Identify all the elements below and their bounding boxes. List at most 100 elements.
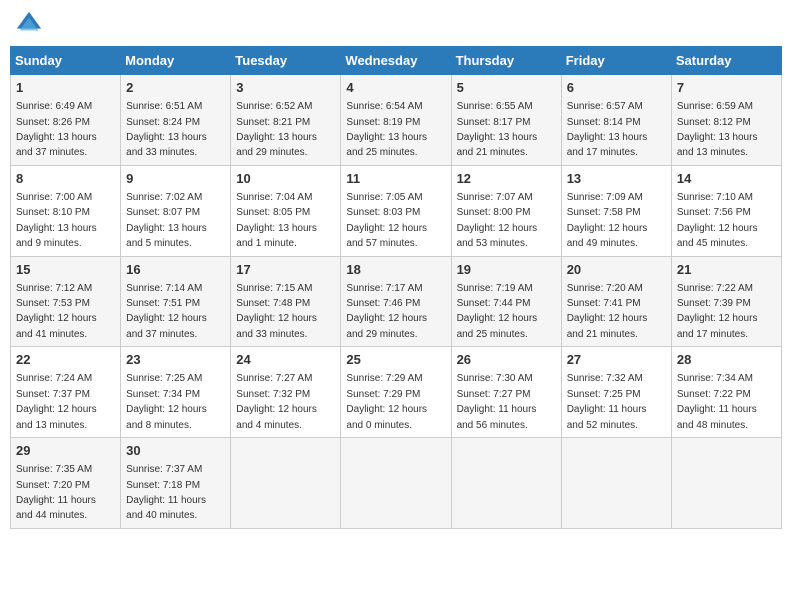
day-number: 13: [567, 170, 666, 188]
day-number: 4: [346, 79, 445, 97]
day-info: Sunrise: 7:27 AMSunset: 7:32 PMDaylight:…: [236, 373, 317, 430]
table-cell: 15 Sunrise: 7:12 AMSunset: 7:53 PMDaylig…: [11, 256, 121, 347]
logo: [15, 10, 47, 38]
day-info: Sunrise: 7:12 AMSunset: 7:53 PMDaylight:…: [16, 283, 97, 340]
day-info: Sunrise: 7:02 AMSunset: 8:07 PMDaylight:…: [126, 192, 207, 249]
day-number: 16: [126, 261, 225, 279]
table-row: 15 Sunrise: 7:12 AMSunset: 7:53 PMDaylig…: [11, 256, 782, 347]
table-cell: 23 Sunrise: 7:25 AMSunset: 7:34 PMDaylig…: [121, 347, 231, 438]
table-cell: [341, 438, 451, 529]
day-info: Sunrise: 7:09 AMSunset: 7:58 PMDaylight:…: [567, 192, 648, 249]
table-cell: [451, 438, 561, 529]
day-number: 18: [346, 261, 445, 279]
day-number: 22: [16, 351, 115, 369]
col-friday: Friday: [561, 47, 671, 75]
calendar-table: Sunday Monday Tuesday Wednesday Thursday…: [10, 46, 782, 529]
table-cell: 30 Sunrise: 7:37 AMSunset: 7:18 PMDaylig…: [121, 438, 231, 529]
day-info: Sunrise: 7:25 AMSunset: 7:34 PMDaylight:…: [126, 373, 207, 430]
day-number: 12: [457, 170, 556, 188]
table-cell: 13 Sunrise: 7:09 AMSunset: 7:58 PMDaylig…: [561, 165, 671, 256]
day-info: Sunrise: 7:29 AMSunset: 7:29 PMDaylight:…: [346, 373, 427, 430]
col-tuesday: Tuesday: [231, 47, 341, 75]
table-cell: 7 Sunrise: 6:59 AMSunset: 8:12 PMDayligh…: [671, 75, 781, 166]
table-row: 22 Sunrise: 7:24 AMSunset: 7:37 PMDaylig…: [11, 347, 782, 438]
day-number: 9: [126, 170, 225, 188]
day-info: Sunrise: 7:37 AMSunset: 7:18 PMDaylight:…: [126, 464, 206, 521]
table-cell: 21 Sunrise: 7:22 AMSunset: 7:39 PMDaylig…: [671, 256, 781, 347]
day-info: Sunrise: 7:32 AMSunset: 7:25 PMDaylight:…: [567, 373, 647, 430]
day-info: Sunrise: 6:51 AMSunset: 8:24 PMDaylight:…: [126, 101, 207, 158]
day-info: Sunrise: 7:17 AMSunset: 7:46 PMDaylight:…: [346, 283, 427, 340]
table-cell: 19 Sunrise: 7:19 AMSunset: 7:44 PMDaylig…: [451, 256, 561, 347]
table-cell: 28 Sunrise: 7:34 AMSunset: 7:22 PMDaylig…: [671, 347, 781, 438]
day-number: 15: [16, 261, 115, 279]
day-number: 7: [677, 79, 776, 97]
day-number: 14: [677, 170, 776, 188]
table-cell: 5 Sunrise: 6:55 AMSunset: 8:17 PMDayligh…: [451, 75, 561, 166]
day-info: Sunrise: 7:04 AMSunset: 8:05 PMDaylight:…: [236, 192, 317, 249]
table-cell: 26 Sunrise: 7:30 AMSunset: 7:27 PMDaylig…: [451, 347, 561, 438]
day-number: 5: [457, 79, 556, 97]
day-info: Sunrise: 6:59 AMSunset: 8:12 PMDaylight:…: [677, 101, 758, 158]
table-cell: 11 Sunrise: 7:05 AMSunset: 8:03 PMDaylig…: [341, 165, 451, 256]
day-number: 26: [457, 351, 556, 369]
day-info: Sunrise: 7:30 AMSunset: 7:27 PMDaylight:…: [457, 373, 537, 430]
table-cell: 25 Sunrise: 7:29 AMSunset: 7:29 PMDaylig…: [341, 347, 451, 438]
day-info: Sunrise: 6:54 AMSunset: 8:19 PMDaylight:…: [346, 101, 427, 158]
day-info: Sunrise: 7:15 AMSunset: 7:48 PMDaylight:…: [236, 283, 317, 340]
day-number: 6: [567, 79, 666, 97]
day-number: 19: [457, 261, 556, 279]
table-cell: [561, 438, 671, 529]
table-cell: 9 Sunrise: 7:02 AMSunset: 8:07 PMDayligh…: [121, 165, 231, 256]
day-info: Sunrise: 7:20 AMSunset: 7:41 PMDaylight:…: [567, 283, 648, 340]
day-number: 24: [236, 351, 335, 369]
day-number: 23: [126, 351, 225, 369]
table-cell: 12 Sunrise: 7:07 AMSunset: 8:00 PMDaylig…: [451, 165, 561, 256]
table-cell: 20 Sunrise: 7:20 AMSunset: 7:41 PMDaylig…: [561, 256, 671, 347]
col-wednesday: Wednesday: [341, 47, 451, 75]
table-cell: 6 Sunrise: 6:57 AMSunset: 8:14 PMDayligh…: [561, 75, 671, 166]
day-number: 20: [567, 261, 666, 279]
table-cell: 14 Sunrise: 7:10 AMSunset: 7:56 PMDaylig…: [671, 165, 781, 256]
table-cell: 24 Sunrise: 7:27 AMSunset: 7:32 PMDaylig…: [231, 347, 341, 438]
logo-icon: [15, 10, 43, 38]
table-row: 8 Sunrise: 7:00 AMSunset: 8:10 PMDayligh…: [11, 165, 782, 256]
table-cell: 17 Sunrise: 7:15 AMSunset: 7:48 PMDaylig…: [231, 256, 341, 347]
page-header: [10, 10, 782, 38]
col-thursday: Thursday: [451, 47, 561, 75]
day-info: Sunrise: 7:22 AMSunset: 7:39 PMDaylight:…: [677, 283, 758, 340]
day-number: 10: [236, 170, 335, 188]
day-number: 21: [677, 261, 776, 279]
col-saturday: Saturday: [671, 47, 781, 75]
table-cell: 16 Sunrise: 7:14 AMSunset: 7:51 PMDaylig…: [121, 256, 231, 347]
day-number: 30: [126, 442, 225, 460]
table-cell: 2 Sunrise: 6:51 AMSunset: 8:24 PMDayligh…: [121, 75, 231, 166]
day-info: Sunrise: 7:05 AMSunset: 8:03 PMDaylight:…: [346, 192, 427, 249]
day-info: Sunrise: 7:00 AMSunset: 8:10 PMDaylight:…: [16, 192, 97, 249]
day-number: 2: [126, 79, 225, 97]
table-cell: [671, 438, 781, 529]
table-cell: 18 Sunrise: 7:17 AMSunset: 7:46 PMDaylig…: [341, 256, 451, 347]
col-sunday: Sunday: [11, 47, 121, 75]
table-row: 29 Sunrise: 7:35 AMSunset: 7:20 PMDaylig…: [11, 438, 782, 529]
day-number: 25: [346, 351, 445, 369]
day-number: 1: [16, 79, 115, 97]
day-info: Sunrise: 7:07 AMSunset: 8:00 PMDaylight:…: [457, 192, 538, 249]
table-cell: 29 Sunrise: 7:35 AMSunset: 7:20 PMDaylig…: [11, 438, 121, 529]
table-cell: 3 Sunrise: 6:52 AMSunset: 8:21 PMDayligh…: [231, 75, 341, 166]
day-number: 17: [236, 261, 335, 279]
table-cell: 10 Sunrise: 7:04 AMSunset: 8:05 PMDaylig…: [231, 165, 341, 256]
header-row: Sunday Monday Tuesday Wednesday Thursday…: [11, 47, 782, 75]
table-cell: 22 Sunrise: 7:24 AMSunset: 7:37 PMDaylig…: [11, 347, 121, 438]
day-number: 28: [677, 351, 776, 369]
day-info: Sunrise: 6:55 AMSunset: 8:17 PMDaylight:…: [457, 101, 538, 158]
day-info: Sunrise: 7:35 AMSunset: 7:20 PMDaylight:…: [16, 464, 96, 521]
day-info: Sunrise: 6:57 AMSunset: 8:14 PMDaylight:…: [567, 101, 648, 158]
table-cell: 1 Sunrise: 6:49 AMSunset: 8:26 PMDayligh…: [11, 75, 121, 166]
table-cell: [231, 438, 341, 529]
col-monday: Monday: [121, 47, 231, 75]
day-number: 27: [567, 351, 666, 369]
day-info: Sunrise: 6:52 AMSunset: 8:21 PMDaylight:…: [236, 101, 317, 158]
table-cell: 8 Sunrise: 7:00 AMSunset: 8:10 PMDayligh…: [11, 165, 121, 256]
day-info: Sunrise: 7:24 AMSunset: 7:37 PMDaylight:…: [16, 373, 97, 430]
